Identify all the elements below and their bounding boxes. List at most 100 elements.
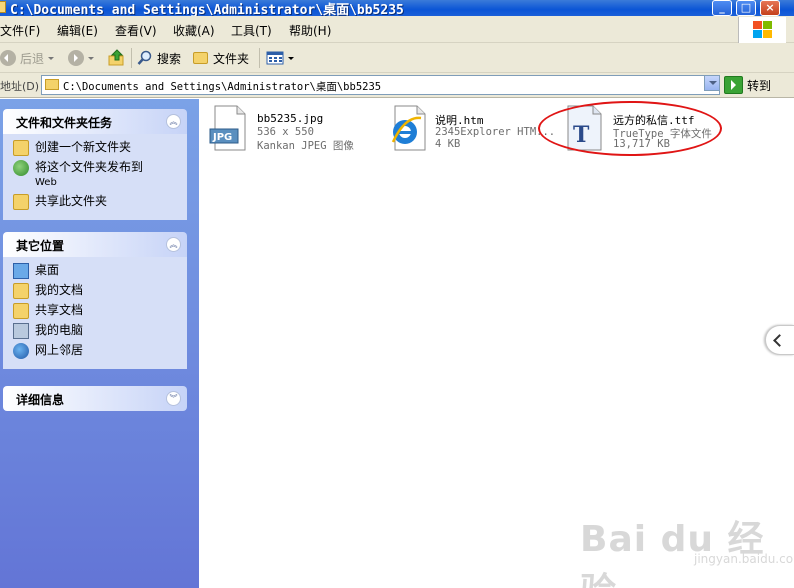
task-pane: 文件和文件夹任务 ︽ 创建一个新文件夹 将这个文件夹发布到 Web 共享此文件夹 … — [0, 99, 199, 588]
address-value: C:\Documents and Settings\Administrator\… — [63, 81, 382, 93]
file-name: bb5235.jpg — [257, 112, 324, 125]
panel-title: 其它位置 — [16, 239, 65, 253]
file-dimensions: 536 x 550 — [257, 126, 314, 138]
expand-chevron-icon[interactable]: ︾ — [166, 391, 181, 406]
toolbar: 后退 搜索 文件夹 — [0, 43, 794, 73]
search-icon — [137, 50, 152, 65]
back-button[interactable]: 后退 — [0, 47, 55, 69]
file-size: 13,717 KB — [613, 138, 670, 150]
address-dropdown-button[interactable] — [704, 75, 720, 91]
address-input[interactable]: C:\Documents and Settings\Administrator\… — [41, 75, 720, 95]
place-desktop[interactable]: 桌面 — [13, 263, 187, 279]
go-label: 转到 — [747, 78, 772, 93]
file-item-jpg[interactable]: JPG bb5235.jpg 536 x 550 Kankan JPEG 图像 — [209, 104, 379, 156]
panel-body: 创建一个新文件夹 将这个文件夹发布到 Web 共享此文件夹 — [3, 134, 187, 220]
close-button[interactable]: × — [760, 0, 780, 16]
file-type: 2345Explorer HTM... — [435, 126, 556, 138]
folders-label: 文件夹 — [213, 51, 250, 66]
jpg-file-icon: JPG — [209, 105, 246, 151]
panel-body: 桌面 我的文档 共享文档 我的电脑 网上邻居 — [3, 257, 187, 369]
folders-button[interactable]: 文件夹 — [193, 47, 249, 69]
menu-edit[interactable]: 编辑(E) — [57, 22, 98, 39]
menu-view[interactable]: 查看(V) — [115, 22, 157, 39]
task-label: 创建一个新文件夹 — [35, 140, 132, 154]
panel-header[interactable]: 文件和文件夹任务 ︽ — [3, 109, 187, 134]
views-button[interactable] — [266, 47, 294, 69]
collapse-chevron-icon[interactable]: ︽ — [166, 237, 181, 252]
title-bar[interactable]: C:\Documents and Settings\Administrator\… — [0, 0, 794, 18]
place-network[interactable]: 网上邻居 — [13, 343, 187, 359]
task-label: 共享此文件夹 — [35, 194, 108, 208]
minimize-button[interactable]: _ — [712, 0, 732, 16]
panel-header[interactable]: 其它位置 ︽ — [3, 232, 187, 257]
chevron-down-icon — [88, 56, 94, 63]
ttf-icon-text: T — [573, 122, 590, 148]
truetype-font-icon: T — [567, 105, 602, 151]
up-folder-button[interactable] — [108, 47, 126, 69]
file-type: Kankan JPEG 图像 — [257, 140, 354, 152]
place-my-documents[interactable]: 我的文档 — [13, 283, 187, 299]
windows-logo — [738, 17, 786, 43]
address-label: 地址(D) — [0, 80, 40, 93]
watermark-url: jingyan.baidu.com — [694, 552, 794, 566]
place-label: 网上邻居 — [35, 343, 84, 357]
share-folder-icon — [13, 194, 29, 210]
go-button[interactable]: 转到 — [724, 76, 771, 94]
back-label: 后退 — [20, 51, 45, 66]
menu-file[interactable]: 文件(F) — [0, 22, 40, 39]
task-sublabel: Web — [35, 177, 57, 188]
new-folder-icon — [13, 140, 29, 156]
menu-help[interactable]: 帮助(H) — [289, 22, 331, 39]
maximize-button[interactable]: □ — [736, 0, 756, 16]
task-new-folder[interactable]: 创建一个新文件夹 — [13, 140, 187, 156]
place-label: 我的文档 — [35, 283, 84, 297]
place-label: 我的电脑 — [35, 323, 84, 337]
forward-arrow-icon — [68, 50, 84, 66]
search-label: 搜索 — [157, 51, 182, 66]
place-my-computer[interactable]: 我的电脑 — [13, 323, 187, 339]
menu-tools[interactable]: 工具(T) — [231, 22, 272, 39]
menu-favorites[interactable]: 收藏(A) — [173, 22, 215, 39]
file-size: 4 KB — [435, 138, 461, 150]
folders-icon — [193, 52, 208, 64]
details-panel: 详细信息 ︾ — [3, 386, 187, 411]
file-item-ttf[interactable]: T 远方的私信.ttf TrueType 字体文件 13,717 KB — [565, 104, 735, 156]
network-places-icon — [13, 343, 29, 359]
windows-flag-icon — [753, 21, 773, 39]
go-arrow-icon — [724, 76, 743, 94]
ie-html-icon — [391, 105, 426, 151]
up-folder-icon — [108, 49, 124, 66]
file-item-htm[interactable]: 说明.htm 2345Explorer HTM... 4 KB — [387, 104, 557, 156]
address-bar: 地址(D) C:\Documents and Settings\Administ… — [0, 73, 794, 98]
side-collapse-button[interactable] — [765, 325, 794, 355]
other-places-panel: 其它位置 ︽ 桌面 我的文档 共享文档 我的电脑 网上邻居 — [3, 232, 187, 369]
place-shared-documents[interactable]: 共享文档 — [13, 303, 187, 319]
task-label: 将这个文件夹发布到 — [35, 160, 144, 174]
toolbar-separator — [259, 48, 260, 68]
collapse-chevron-icon[interactable]: ︽ — [166, 114, 181, 129]
file-tasks-panel: 文件和文件夹任务 ︽ 创建一个新文件夹 将这个文件夹发布到 Web 共享此文件夹 — [3, 109, 187, 220]
back-arrow-icon — [0, 50, 16, 66]
publish-web-icon — [13, 160, 29, 176]
toolbar-separator — [131, 48, 132, 68]
task-share-folder[interactable]: 共享此文件夹 — [13, 194, 187, 210]
folder-icon — [45, 79, 59, 90]
views-icon — [266, 51, 284, 65]
place-label: 共享文档 — [35, 303, 84, 317]
menu-bar: 文件(F) 编辑(E) 查看(V) 收藏(A) 工具(T) 帮助(H) — [0, 16, 794, 43]
folder-icon — [0, 1, 6, 13]
chevron-down-icon — [288, 56, 294, 63]
jpg-icon-text: JPG — [212, 132, 232, 143]
baidu-watermark: Bai du 经验 jingyan.baidu.com — [580, 510, 794, 588]
panel-header[interactable]: 详细信息 ︾ — [3, 386, 187, 411]
panel-title: 详细信息 — [16, 393, 65, 407]
shared-documents-icon — [13, 303, 29, 319]
my-documents-icon — [13, 283, 29, 299]
task-publish-web[interactable]: 将这个文件夹发布到 Web — [13, 160, 187, 190]
forward-button[interactable] — [68, 47, 94, 69]
my-computer-icon — [13, 323, 29, 339]
chevron-down-icon — [48, 56, 55, 63]
panel-title: 文件和文件夹任务 — [16, 116, 113, 130]
place-label: 桌面 — [35, 263, 60, 277]
search-button[interactable]: 搜索 — [137, 47, 181, 69]
